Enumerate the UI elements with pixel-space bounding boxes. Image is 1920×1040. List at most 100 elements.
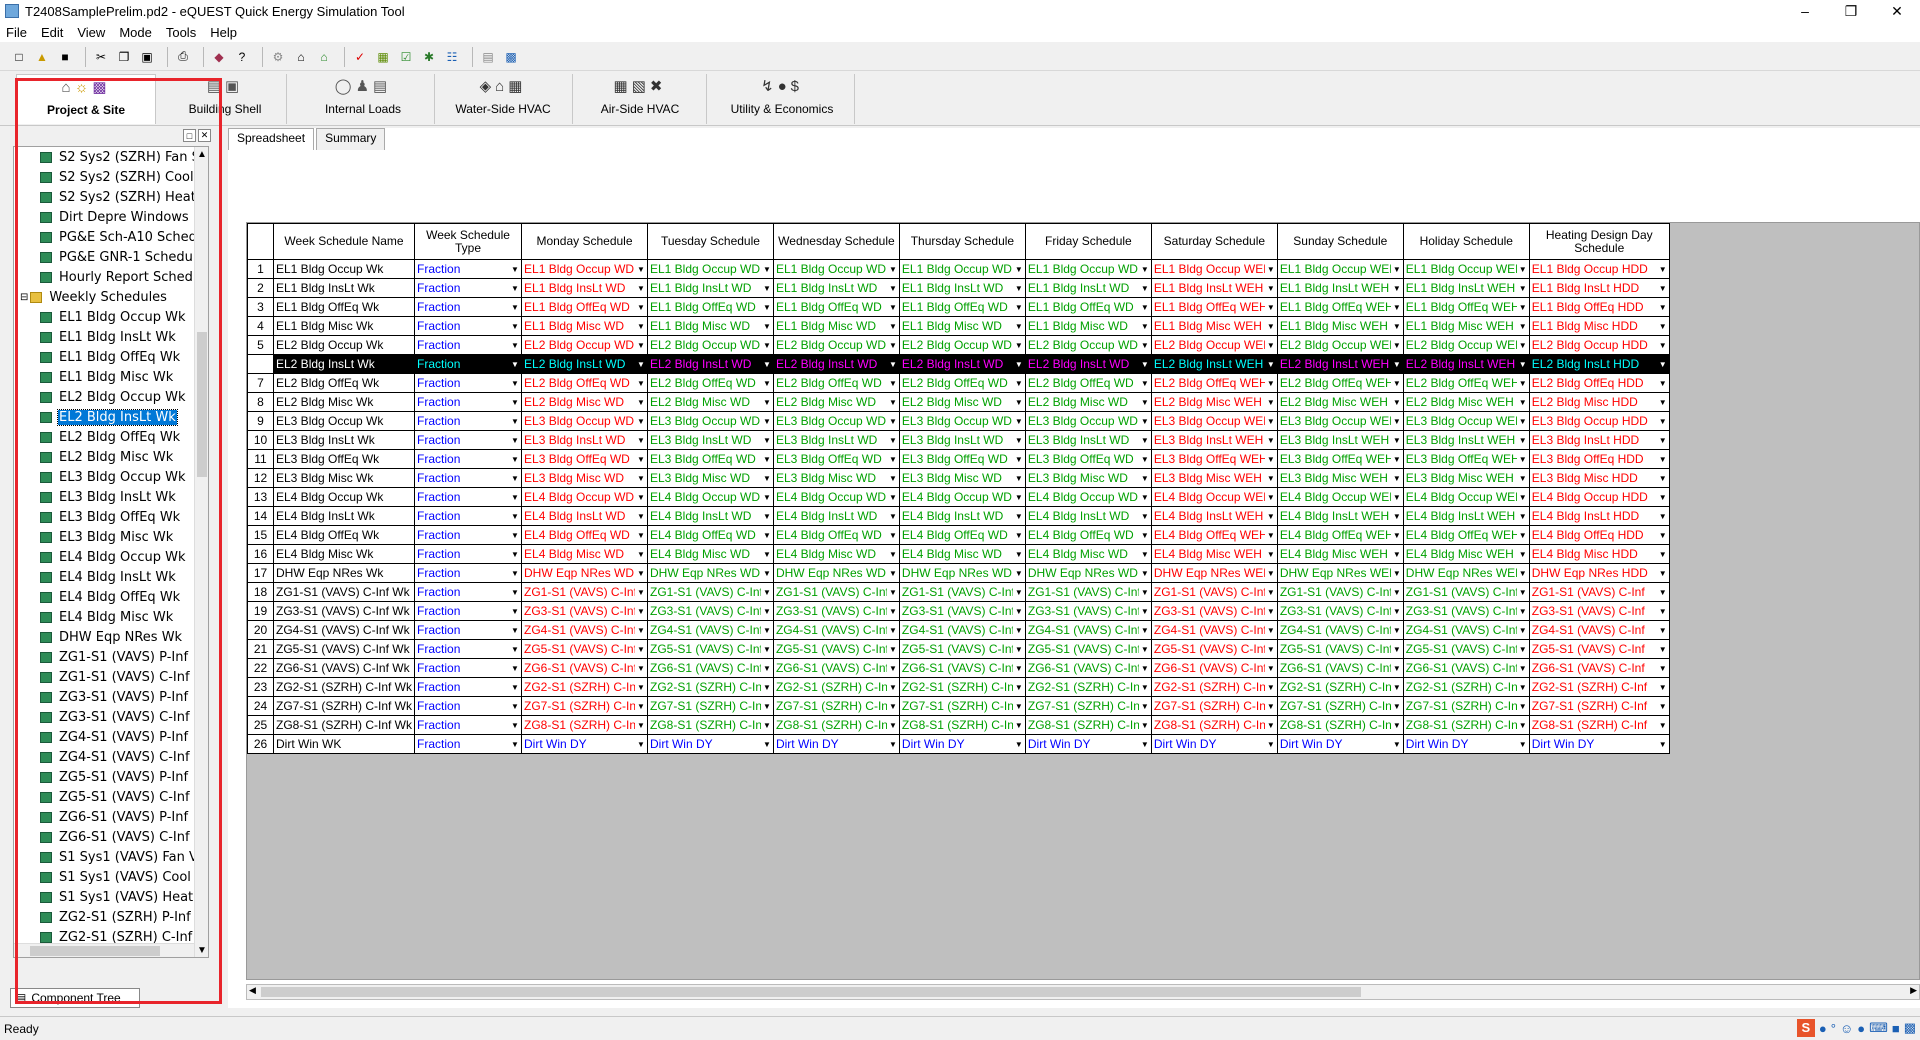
row-number[interactable]: 15: [247, 525, 274, 545]
dropdown-arrow-icon[interactable]: ▼: [1516, 679, 1529, 695]
day-schedule-cell[interactable]: EL2 Bldg OffEq WD ▼: [521, 373, 648, 393]
dropdown-arrow-icon[interactable]: ▼: [1656, 698, 1669, 714]
dropdown-arrow-icon[interactable]: ▼: [1390, 736, 1403, 752]
dropdown-arrow-icon[interactable]: ▼: [1264, 565, 1277, 581]
tree-item[interactable]: EL4 Bldg Misc Wk: [14, 607, 208, 627]
day-schedule-cell[interactable]: EL1 Bldg InsLt HDD ▼: [1528, 278, 1670, 298]
day-schedule-cell[interactable]: EL2 Bldg Occup WEH ▼: [1276, 335, 1404, 355]
dropdown-arrow-icon[interactable]: ▼: [1656, 679, 1669, 695]
day-schedule-cell[interactable]: EL1 Bldg OffEq WD ▼: [646, 297, 774, 317]
day-schedule-cell[interactable]: EL4 Bldg Misc WD ▼: [772, 544, 900, 564]
dropdown-arrow-icon[interactable]: ▼: [634, 375, 647, 391]
row-number[interactable]: 2: [247, 278, 274, 298]
day-schedule-cell[interactable]: EL2 Bldg Misc WEH ▼: [1150, 392, 1278, 412]
day-schedule-cell[interactable]: EL3 Bldg Occup WD ▼: [772, 411, 900, 431]
day-schedule-cell[interactable]: Dirt Win DY ▼: [1024, 734, 1152, 754]
table-row[interactable]: 22 ZG6-S1 (VAVS) C-Inf Wk Fraction ▼ ZG6-S1 …: [247, 658, 1670, 678]
dropdown-arrow-icon[interactable]: ▼: [1390, 375, 1403, 391]
day-schedule-cell[interactable]: ZG5-S1 (VAVS) C-Inf ' ▼: [898, 639, 1026, 659]
dropdown-arrow-icon[interactable]: ▼: [1264, 546, 1277, 562]
day-schedule-cell[interactable]: ZG2-S1 (SZRH) C-Inf ' ▼: [1402, 677, 1530, 697]
dropdown-arrow-icon[interactable]: ▼: [634, 527, 647, 543]
tree-item[interactable]: ZG4-S1 (VAVS) P-Inf: [14, 727, 208, 747]
dropdown-arrow-icon[interactable]: ▼: [760, 489, 773, 505]
schedule-type-cell[interactable]: Fraction ▼: [414, 658, 523, 678]
column-header[interactable]: Heating Design Day Schedule: [1528, 223, 1670, 260]
dropdown-arrow-icon[interactable]: ▼: [634, 736, 647, 752]
dropdown-arrow-icon[interactable]: ▼: [886, 337, 899, 353]
column-header[interactable]: Sunday Schedule: [1276, 223, 1404, 260]
dropdown-arrow-icon[interactable]: ▼: [1516, 356, 1529, 372]
tree-item[interactable]: EL2 Bldg OffEq Wk: [14, 427, 208, 447]
dropdown-arrow-icon[interactable]: ▼: [1390, 622, 1403, 638]
dropdown-arrow-icon[interactable]: ▼: [634, 337, 647, 353]
dropdown-arrow-icon[interactable]: ▼: [760, 299, 773, 315]
dropdown-arrow-icon[interactable]: ▼: [509, 622, 521, 638]
day-schedule-cell[interactable]: ZG1-S1 (VAVS) C-Inf ' ▼: [1150, 582, 1278, 602]
dropdown-arrow-icon[interactable]: ▼: [1516, 470, 1529, 486]
dropdown-arrow-icon[interactable]: ▼: [1138, 527, 1151, 543]
schedule-type-cell[interactable]: Fraction ▼: [414, 278, 523, 298]
day-schedule-cell[interactable]: EL2 Bldg InsLt WEH ▼: [1276, 354, 1404, 374]
day-schedule-cell[interactable]: EL1 Bldg Misc WEH ▼: [1276, 316, 1404, 336]
day-schedule-cell[interactable]: EL4 Bldg OffEq WEH ▼: [1276, 525, 1404, 545]
day-schedule-cell[interactable]: EL1 Bldg Misc HDD ▼: [1528, 316, 1670, 336]
day-schedule-cell[interactable]: EL2 Bldg InsLt HDD ▼: [1528, 354, 1670, 374]
dropdown-arrow-icon[interactable]: ▼: [1390, 413, 1403, 429]
day-schedule-cell[interactable]: EL4 Bldg Occup WD ▼: [898, 487, 1026, 507]
schedule-type-cell[interactable]: Fraction ▼: [414, 316, 523, 336]
dropdown-arrow-icon[interactable]: ▼: [1138, 584, 1151, 600]
day-schedule-cell[interactable]: EL1 Bldg Occup WD ▼: [1024, 259, 1152, 279]
dropdown-arrow-icon[interactable]: ▼: [886, 717, 899, 733]
schedule-type-cell[interactable]: Fraction ▼: [414, 506, 523, 526]
day-schedule-cell[interactable]: EL3 Bldg InsLt WD ▼: [646, 430, 774, 450]
day-schedule-cell[interactable]: ZG1-S1 (VAVS) C-Inf ▼: [1528, 582, 1670, 602]
schedule-name-cell[interactable]: ZG6-S1 (VAVS) C-Inf Wk: [272, 658, 416, 678]
day-schedule-cell[interactable]: ZG2-S1 (SZRH) C-Inf ' ▼: [898, 677, 1026, 697]
dropdown-arrow-icon[interactable]: ▼: [1390, 508, 1403, 524]
day-schedule-cell[interactable]: EL2 Bldg Misc HDD ▼: [1528, 392, 1670, 412]
dropdown-arrow-icon[interactable]: ▼: [1516, 432, 1529, 448]
table-row[interactable]: 10 EL3 Bldg InsLt Wk Fraction ▼ EL3 Bldg Ins…: [247, 430, 1670, 450]
dropdown-arrow-icon[interactable]: ▼: [1012, 508, 1025, 524]
row-number[interactable]: 11: [247, 449, 274, 469]
dropdown-arrow-icon[interactable]: ▼: [1656, 413, 1669, 429]
dropdown-arrow-icon[interactable]: ▼: [1656, 451, 1669, 467]
dropdown-arrow-icon[interactable]: ▼: [1138, 736, 1151, 752]
dropdown-arrow-icon[interactable]: ▼: [509, 736, 521, 752]
day-schedule-cell[interactable]: EL3 Bldg OffEq HDD ▼: [1528, 449, 1670, 469]
dropdown-arrow-icon[interactable]: ▼: [634, 717, 647, 733]
day-schedule-cell[interactable]: EL4 Bldg Occup WD ▼: [521, 487, 648, 507]
table-row[interactable]: 6 EL2 Bldg InsLt Wk Fraction ▼ EL2 Bldg InsL…: [247, 354, 1670, 374]
day-schedule-cell[interactable]: EL1 Bldg Occup WD ▼: [772, 259, 900, 279]
dropdown-arrow-icon[interactable]: ▼: [509, 717, 521, 733]
dropdown-arrow-icon[interactable]: ▼: [760, 280, 773, 296]
dropdown-arrow-icon[interactable]: ▼: [1138, 394, 1151, 410]
chart-icon[interactable]: ▩: [502, 48, 520, 66]
dropdown-arrow-icon[interactable]: ▼: [760, 261, 773, 277]
day-schedule-cell[interactable]: Dirt Win DY ▼: [1150, 734, 1278, 754]
table-row[interactable]: 19 ZG3-S1 (VAVS) C-Inf Wk Fraction ▼ ZG3-S1 …: [247, 601, 1670, 621]
dropdown-arrow-icon[interactable]: ▼: [1390, 432, 1403, 448]
row-number[interactable]: 1: [247, 259, 274, 279]
day-schedule-cell[interactable]: EL2 Bldg Occup WD ▼: [898, 335, 1026, 355]
dropdown-arrow-icon[interactable]: ▼: [760, 660, 773, 676]
day-schedule-cell[interactable]: EL4 Bldg Misc WD ▼: [521, 544, 648, 564]
cut-icon[interactable]: ✂: [92, 48, 110, 66]
day-schedule-cell[interactable]: EL1 Bldg OffEq WD ▼: [521, 297, 648, 317]
close-icon[interactable]: ✕: [1874, 0, 1920, 22]
day-schedule-cell[interactable]: Dirt Win DY ▼: [772, 734, 900, 754]
day-schedule-cell[interactable]: EL1 Bldg OffEq WD ▼: [898, 297, 1026, 317]
day-schedule-cell[interactable]: DHW Eqp NRes WEH ▼: [1402, 563, 1530, 583]
dropdown-arrow-icon[interactable]: ▼: [1516, 489, 1529, 505]
schedule-type-cell[interactable]: Fraction ▼: [414, 468, 523, 488]
day-schedule-cell[interactable]: EL4 Bldg OffEq WD ▼: [1024, 525, 1152, 545]
schedule-name-cell[interactable]: EL2 Bldg InsLt Wk: [272, 354, 416, 374]
day-schedule-cell[interactable]: ZG5-S1 (VAVS) C-Inf ' ▼: [1402, 639, 1530, 659]
day-schedule-cell[interactable]: EL1 Bldg Misc WD ▼: [646, 316, 774, 336]
schedule-name-cell[interactable]: EL4 Bldg Occup Wk: [272, 487, 416, 507]
day-schedule-cell[interactable]: EL2 Bldg InsLt WD ▼: [898, 354, 1026, 374]
dropdown-arrow-icon[interactable]: ▼: [634, 451, 647, 467]
day-schedule-cell[interactable]: EL2 Bldg Misc WD ▼: [521, 392, 648, 412]
dropdown-arrow-icon[interactable]: ▼: [1656, 546, 1669, 562]
